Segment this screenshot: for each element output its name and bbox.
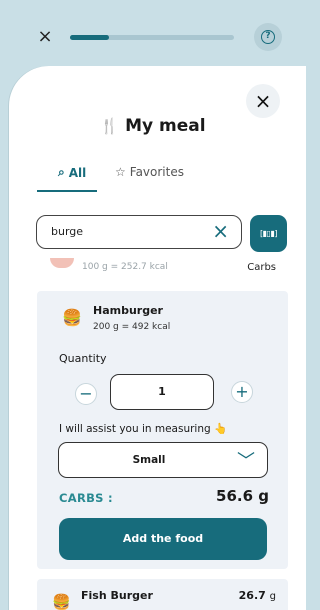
barcode-scan-button[interactable]: [▮▯▮] bbox=[250, 215, 287, 252]
chevron-down-icon: ﹀ bbox=[237, 451, 255, 472]
page-title: 🍴 My meal bbox=[0, 116, 306, 136]
search-icon: ⌕ bbox=[58, 165, 65, 179]
tab-all-label: All bbox=[68, 165, 87, 180]
hamburger-icon: 🍔 bbox=[62, 308, 82, 327]
tab-indicator bbox=[37, 190, 97, 192]
hamburger-icon: 🍔 bbox=[52, 593, 71, 610]
list-item-subtitle: 100 g = 252.7 kcal bbox=[82, 262, 168, 272]
list-item[interactable]: 100 g = 252.7 kcal Carbs bbox=[36, 254, 286, 278]
list-item-value: 26.7 g bbox=[239, 589, 276, 602]
list-item-name: Fish Burger bbox=[81, 589, 153, 602]
clear-search-icon[interactable]: × bbox=[212, 219, 229, 243]
search-input[interactable]: burge × bbox=[36, 215, 242, 249]
help-icon: ? bbox=[261, 30, 275, 44]
quantity-field[interactable]: 1 bbox=[110, 374, 214, 410]
list-item-value-unit: g bbox=[269, 591, 276, 602]
close-sheet-button[interactable]: × bbox=[246, 84, 280, 118]
search-value[interactable]: burge bbox=[51, 225, 83, 238]
help-button[interactable]: ? bbox=[254, 23, 282, 51]
title-text: My meal bbox=[125, 116, 206, 136]
list-item-tag: Carbs bbox=[247, 262, 276, 273]
carbs-value: 56.6 g bbox=[216, 487, 269, 505]
tabs: ⌕ All ☆ Favorites bbox=[45, 165, 305, 189]
star-icon: ☆ bbox=[115, 165, 126, 179]
barcode-icon: [▮▯▮] bbox=[260, 229, 277, 238]
assist-text: I will assist you in measuring 👆 bbox=[59, 423, 228, 435]
food-icon bbox=[50, 258, 74, 268]
tab-favorites-label: Favorites bbox=[129, 165, 184, 179]
size-select-value: Small bbox=[132, 454, 166, 466]
tab-favorites[interactable]: ☆ Favorites bbox=[115, 165, 184, 179]
progress-bar bbox=[70, 35, 234, 40]
carbs-label: CARBS : bbox=[59, 491, 113, 505]
food-serving: 200 g = 492 kcal bbox=[93, 322, 171, 332]
close-icon[interactable]: × bbox=[36, 28, 54, 46]
increase-button[interactable]: + bbox=[231, 381, 253, 403]
decrease-button[interactable]: − bbox=[75, 383, 97, 405]
progress-fill bbox=[70, 35, 110, 40]
food-name: Hamburger bbox=[93, 304, 163, 317]
fork-knife-icon: 🍴 bbox=[100, 117, 120, 135]
add-food-button[interactable]: Add the food bbox=[59, 518, 267, 560]
tab-all[interactable]: ⌕ All bbox=[58, 165, 86, 180]
list-item-value-number: 26.7 bbox=[238, 589, 266, 602]
size-select[interactable]: Small ﹀ bbox=[58, 442, 268, 478]
quantity-label: Quantity bbox=[59, 352, 107, 365]
